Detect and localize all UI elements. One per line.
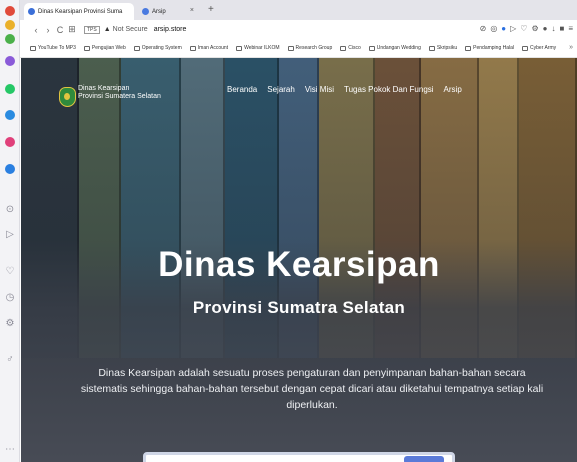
instagram-icon[interactable] [5,137,15,147]
tabs-badge: TPS [84,25,100,34]
folder-icon [368,45,375,51]
folder-icon [522,45,529,51]
folder-icon [340,45,347,51]
bookmark-operating-system[interactable]: Operating System [133,45,182,51]
bookmark-cisco[interactable]: Cisco [340,45,361,51]
download-icon[interactable]: ↓ [551,24,555,33]
folder-icon [133,45,140,51]
nav-arsip[interactable]: Arsip [444,85,462,94]
bookmark-label: Research Group [295,45,333,51]
main-nav: Beranda Sejarah Visi Misi Tugas Pokok Da… [227,85,462,94]
battery-icon[interactable]: ■ [559,24,564,33]
nav-visi-misi[interactable]: Visi Misi [305,85,334,94]
hero-title: Dinas Kearsipan [158,245,440,284]
folder-icon [30,45,36,51]
logo-emblem [64,93,70,100]
bookmark-youtube-to-mp3[interactable]: YouTube To MP3 [30,45,76,51]
bookmark-label: Cisco [348,45,361,51]
forward-icon[interactable]: › [42,25,54,35]
reader-icon[interactable]: ⊘ [480,24,487,33]
brand-line-1: Dinas Kearsipan [78,85,130,92]
tab-title: Dinas Kearsipan Provinsi Suma [38,8,123,15]
extension-icon[interactable]: ◎ [490,24,497,33]
hero-description: Dinas Kearsipan adalah sesuatu proses pe… [80,367,544,411]
site-header: Dinas Kearsipan Provinsi Sumatera Selata… [21,58,577,114]
close-window-icon[interactable] [5,6,15,16]
url-text: arsip.store [153,26,187,33]
tab-arsip[interactable]: Arsip × [138,3,198,20]
tab-favicon [28,8,35,15]
nav-beranda[interactable]: Beranda [227,85,257,94]
heart-icon[interactable]: ♡ [3,266,17,278]
browser-sidebar: ⊙ ▷ ♡ ◷ ⚙ ♂ ⋯ [0,0,20,462]
tab-favicon [142,8,149,15]
bookmark-pengujian-web[interactable]: Pengujian Web [83,45,126,51]
bookmark-label: Pengujian Web [91,45,126,51]
tab-dinas-kearsipan[interactable]: Dinas Kearsipan Provinsi Suma [24,3,134,20]
folder-icon [428,45,435,51]
clock-icon[interactable]: ◷ [3,292,17,304]
bookmark-label: Undangan Wedding [376,45,421,51]
profile-icon[interactable]: ● [543,24,548,33]
play-sidebar-icon[interactable]: ▷ [3,229,17,241]
app-launcher-icon[interactable] [5,56,15,66]
apps-icon[interactable]: ⊞ [66,24,78,35]
toolbar-icons: ⊘ ◎ ● ▷ ♡ ⚙ ● ↓ ■ ≡ [480,24,573,33]
bookmark-label: Cyber Army [530,45,557,51]
search-box[interactable] [143,452,455,462]
maximize-window-icon[interactable] [5,34,15,44]
warning-icon: ▲ [103,26,111,33]
reload-icon[interactable]: C [54,25,66,35]
nav-sejarah[interactable]: Sejarah [267,85,295,94]
whatsapp-icon[interactable] [5,84,15,94]
shield-icon[interactable]: ● [501,24,506,33]
bookmark-label: Webinar ILKOM [244,45,280,51]
url-field[interactable]: TPS ▲ Not Secure arsip.store [84,25,187,34]
history-icon[interactable]: ⊙ [3,204,17,216]
folder-icon [236,45,243,51]
bookmark-pendamping-halal[interactable]: Pendamping Halal [465,45,514,51]
province-logo[interactable] [59,87,76,107]
hero-subtitle: Provinsi Sumatra Selatan [192,298,406,317]
web-page: Dinas Kearsipan Provinsi Sumatera Selata… [21,58,577,462]
search-button[interactable] [404,456,444,462]
close-tab-icon[interactable]: × [190,7,194,14]
tab-title: Arsip [152,8,166,15]
more-sidebar-icon[interactable]: ⋯ [3,444,17,456]
bookmark-label: Iman Account [197,45,229,51]
folder-icon [189,45,196,51]
bookmark-label: Skripsiku [436,45,458,51]
brand-line-2: Provinsi Sumatera Selatan [78,93,161,100]
bookmark-webinar-ilkom[interactable]: Webinar ILKOM [236,45,280,51]
bookmarks-more-icon[interactable]: » [569,44,573,51]
bookmark-research-group[interactable]: Research Group [287,45,333,51]
telegram-icon[interactable] [5,164,15,174]
aria-icon[interactable]: ♂ [3,354,17,366]
bookmark-iman-account[interactable]: Iman Account [189,45,229,51]
messenger-icon[interactable] [5,110,15,120]
new-tab-icon[interactable]: + [208,4,214,15]
pocket-icon[interactable]: ♡ [520,24,527,33]
settings-sidebar-icon[interactable]: ⚙ [3,318,17,330]
address-bar: ‹ › C ⊞ TPS ▲ Not Secure arsip.store ⊘ ◎… [20,20,577,39]
bookmark-cyber-army[interactable]: Cyber Army [522,45,556,51]
back-icon[interactable]: ‹ [30,25,42,35]
security-label: Not Secure [112,26,148,33]
folder-icon [83,45,90,51]
minimize-window-icon[interactable] [5,20,15,30]
settings-icon[interactable]: ⚙ [531,24,538,33]
bookmark-label: YouTube To MP3 [38,45,76,51]
play-icon[interactable]: ▷ [510,24,516,33]
bookmark-label: Pendamping Halal [473,45,515,51]
bookmark-label: Operating System [141,45,182,51]
folder-icon [465,45,472,51]
tab-strip: Dinas Kearsipan Provinsi Suma Arsip × + [20,0,577,20]
menu-icon[interactable]: ≡ [568,24,573,33]
folder-icon [287,45,294,51]
bookmark-undangan-wedding[interactable]: Undangan Wedding [368,45,421,51]
site-brand[interactable]: Dinas Kearsipan Provinsi Sumatera Selata… [78,85,161,101]
bookmark-skripsiku[interactable]: Skripsiku [428,45,458,51]
bookmarks-bar: YouTube To MP3 Pengujian Web Operating S… [20,39,577,58]
nav-tugas-pokok-dan-fungsi[interactable]: Tugas Pokok Dan Fungsi [344,85,434,94]
